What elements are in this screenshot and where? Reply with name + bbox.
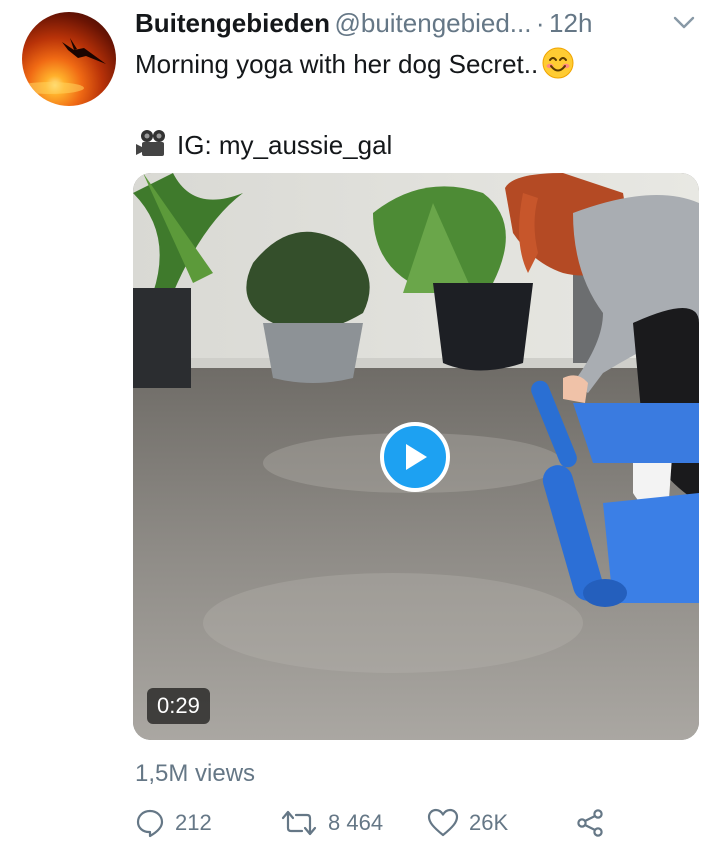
reply-count: 212 (175, 810, 212, 835)
tweet-time[interactable]: 12h (549, 8, 592, 38)
tweet-text-line1: Morning yoga with her dog Secret.. (135, 47, 574, 80)
action-bar: 212 8 464 26K (135, 808, 615, 844)
tweet-text: Morning yoga with her dog Secret.. (135, 49, 539, 79)
bird-silhouette (22, 38, 106, 94)
video-duration: 0:29 (147, 688, 210, 724)
share-button[interactable] (575, 808, 615, 838)
tweet-header: Buitengebieden @buitengebied... · 12h (135, 8, 695, 44)
avatar[interactable] (22, 12, 116, 106)
retweet-count: 8 464 (328, 810, 384, 835)
play-icon (406, 444, 427, 470)
retweet-button[interactable]: 8 464 (280, 808, 383, 838)
view-count[interactable]: 1,5M views (135, 760, 255, 788)
share-icon (577, 809, 603, 837)
author-name[interactable]: Buitengebieden (135, 8, 330, 38)
like-count: 26K (469, 810, 509, 835)
retweet-icon (281, 810, 317, 836)
reply-button[interactable]: 212 (135, 808, 212, 838)
smiling-face-icon (542, 47, 574, 79)
header-separator: · (535, 8, 545, 38)
tweet-text-line2: IG: my_aussie_gal (135, 128, 392, 165)
reply-icon (136, 809, 164, 838)
chevron-down-icon[interactable] (673, 16, 695, 35)
heart-icon (427, 808, 459, 837)
instagram-credit[interactable]: IG: my_aussie_gal (177, 130, 392, 160)
like-button[interactable]: 26K (427, 808, 508, 838)
movie-camera-icon (135, 128, 171, 165)
author-handle[interactable]: @buitengebied... (334, 8, 531, 38)
play-button[interactable] (380, 422, 450, 492)
video-player[interactable]: 0:29 (133, 173, 699, 740)
